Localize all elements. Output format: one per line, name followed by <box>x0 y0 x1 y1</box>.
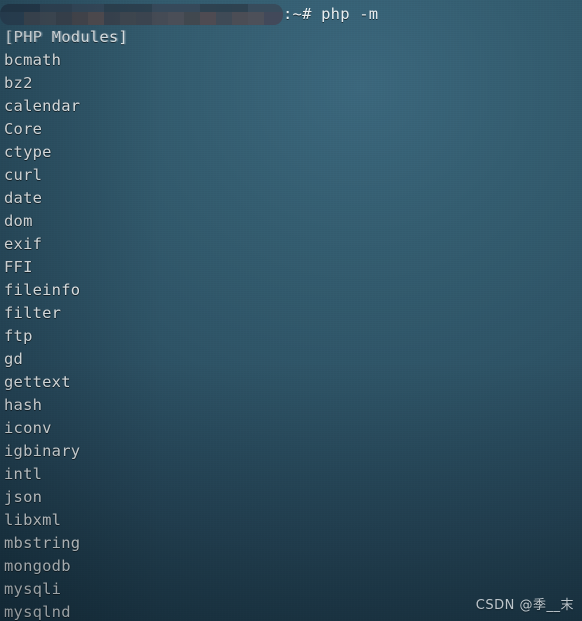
module-row: exif <box>4 235 43 253</box>
module-row: dom <box>4 212 33 230</box>
module-row: gettext <box>4 373 71 391</box>
terminal-window: :~# php -m [PHP Modules] bcmath bz2 cale… <box>0 0 582 621</box>
prompt-command-text: :~# php -m <box>283 5 379 23</box>
module-row: mysqli <box>4 580 62 598</box>
module-row: mongodb <box>4 557 71 575</box>
module-row: FFI <box>4 258 33 276</box>
mosaic-top-band <box>0 4 283 12</box>
module-row: igbinary <box>4 442 81 460</box>
background-grain-overlay <box>0 0 582 621</box>
module-row: date <box>4 189 43 207</box>
module-row: intl <box>4 465 43 483</box>
module-row: mbstring <box>4 534 81 552</box>
module-row: filter <box>4 304 62 322</box>
module-row: fileinfo <box>4 281 81 299</box>
module-row: bcmath <box>4 51 62 69</box>
php-modules-header: [PHP Modules] <box>4 28 128 46</box>
module-row: Core <box>4 120 43 138</box>
module-row: ctype <box>4 143 52 161</box>
module-row: libxml <box>4 511 62 529</box>
background-vignette <box>0 0 582 621</box>
module-row: json <box>4 488 43 506</box>
csdn-watermark: CSDN @季__末 <box>475 598 574 613</box>
redacted-hostname-mosaic <box>0 4 283 25</box>
module-row: curl <box>4 166 43 184</box>
module-row: hash <box>4 396 43 414</box>
module-row: mysqlnd <box>4 603 71 621</box>
module-row: gd <box>4 350 24 368</box>
module-row: bz2 <box>4 74 33 92</box>
terminal-prompt-line: :~# php -m <box>0 3 582 26</box>
module-row: iconv <box>4 419 52 437</box>
module-row: ftp <box>4 327 33 345</box>
module-row: calendar <box>4 97 81 115</box>
